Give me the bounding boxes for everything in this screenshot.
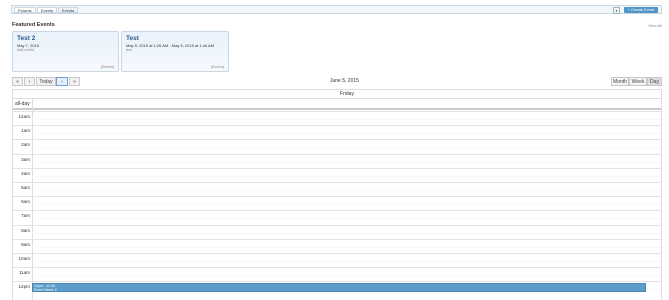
featured-card-title[interactable]: Test (126, 35, 139, 42)
hour-row[interactable]: 2am (13, 139, 661, 153)
filter-icon[interactable]: ▾ (613, 7, 620, 14)
hour-label: 2am (21, 142, 30, 148)
hour-label: 3am (21, 156, 30, 162)
today-button[interactable]: Today (36, 77, 56, 86)
allday-label: all-day (15, 101, 30, 107)
featured-card-1[interactable]: Test 2 May 7, 2015 Add a field [Events] (12, 31, 119, 72)
featured-card-date: May 5, 2015 at 1:26 AM - May 5, 2015 at … (126, 43, 215, 48)
hour-row[interactable]: 1am (13, 125, 661, 139)
view-all-link[interactable]: View All (648, 23, 662, 28)
calendar-event[interactable]: 12pm - 12:30 Event Name 2 (32, 283, 646, 292)
hour-row[interactable]: 11am (13, 267, 661, 281)
top-bar: Forums Events Events ▾ + Create Event (11, 5, 662, 14)
calendar-title: June 5, 2015 (330, 78, 359, 84)
event-title: Event Name 2 (34, 288, 57, 292)
hour-row[interactable]: 10am (13, 253, 661, 267)
tab-forums[interactable]: Forums (14, 7, 36, 13)
hour-label: 7am (21, 213, 30, 219)
create-event-button[interactable]: + Create Event (624, 7, 658, 13)
view-day-button[interactable]: Day (647, 77, 662, 86)
featured-card-title[interactable]: Test 2 (17, 35, 35, 42)
hour-label: 12am (18, 114, 31, 119)
allday-row[interactable]: all-day (13, 99, 661, 110)
hour-row[interactable]: 12am (13, 111, 661, 125)
hour-row[interactable]: 3am (13, 153, 661, 168)
hour-row[interactable]: 8am (13, 224, 661, 239)
hour-row[interactable]: 9am (13, 238, 661, 253)
tab-events-current[interactable]: Events (58, 7, 79, 13)
next-button[interactable]: › (56, 77, 68, 86)
featured-events-title: Featured Events (12, 22, 55, 28)
hour-label: 6am (21, 199, 30, 205)
hour-label: 8am (21, 227, 30, 233)
hour-label: 12pm (18, 284, 31, 290)
featured-card-category[interactable]: [Events] (101, 65, 114, 69)
featured-card-description: Add a field (17, 48, 34, 52)
hour-row[interactable]: 7am (13, 210, 661, 224)
tab-events[interactable]: Events (37, 7, 58, 13)
hour-label: 1am (21, 128, 30, 134)
day-header: Friday (13, 90, 661, 99)
last-button[interactable]: » (69, 77, 80, 86)
hour-row[interactable]: 5am (13, 182, 661, 196)
day-grid: Friday all-day 12am 1am 2am 3am 4am 5am 6am 7am… (12, 89, 662, 300)
hour-label: 9am (21, 241, 30, 247)
hour-label: 10am (18, 256, 31, 261)
featured-card-category[interactable]: [Events] (211, 65, 224, 69)
hour-row[interactable]: 4am (13, 167, 661, 182)
hour-label: 5am (21, 185, 30, 190)
featured-card-2[interactable]: Test May 5, 2015 at 1:26 AM - May 5, 201… (121, 31, 229, 72)
featured-card-description: test (126, 48, 132, 52)
prev-button[interactable]: ‹ (24, 77, 35, 86)
hour-row[interactable]: 6am (13, 196, 661, 210)
view-week-button[interactable]: Week (629, 77, 647, 86)
first-button[interactable]: « (12, 77, 23, 86)
view-month-button[interactable]: Month (611, 77, 629, 86)
hour-label: 4am (21, 170, 30, 176)
hour-label: 11am (18, 270, 30, 276)
